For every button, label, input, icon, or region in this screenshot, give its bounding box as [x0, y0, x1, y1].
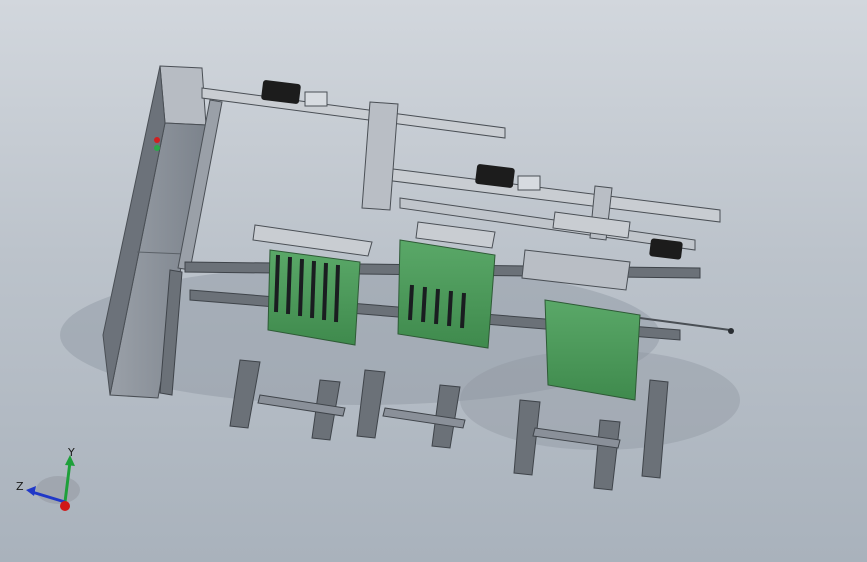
z-axis-arrow-icon — [26, 486, 36, 496]
assembly-model[interactable]: Y Z — [0, 0, 867, 562]
stop-button-icon[interactable] — [154, 137, 160, 143]
axis-triad: Y Z — [16, 446, 80, 511]
x-axis-icon — [60, 501, 70, 511]
conveyor-1[interactable] — [252, 224, 373, 346]
start-button-icon[interactable] — [154, 145, 160, 151]
cad-viewport[interactable]: Y Z — [0, 0, 867, 562]
conveyor-2[interactable] — [397, 221, 496, 349]
z-axis-label: Z — [16, 480, 24, 493]
y-axis-label: Y — [67, 446, 75, 459]
